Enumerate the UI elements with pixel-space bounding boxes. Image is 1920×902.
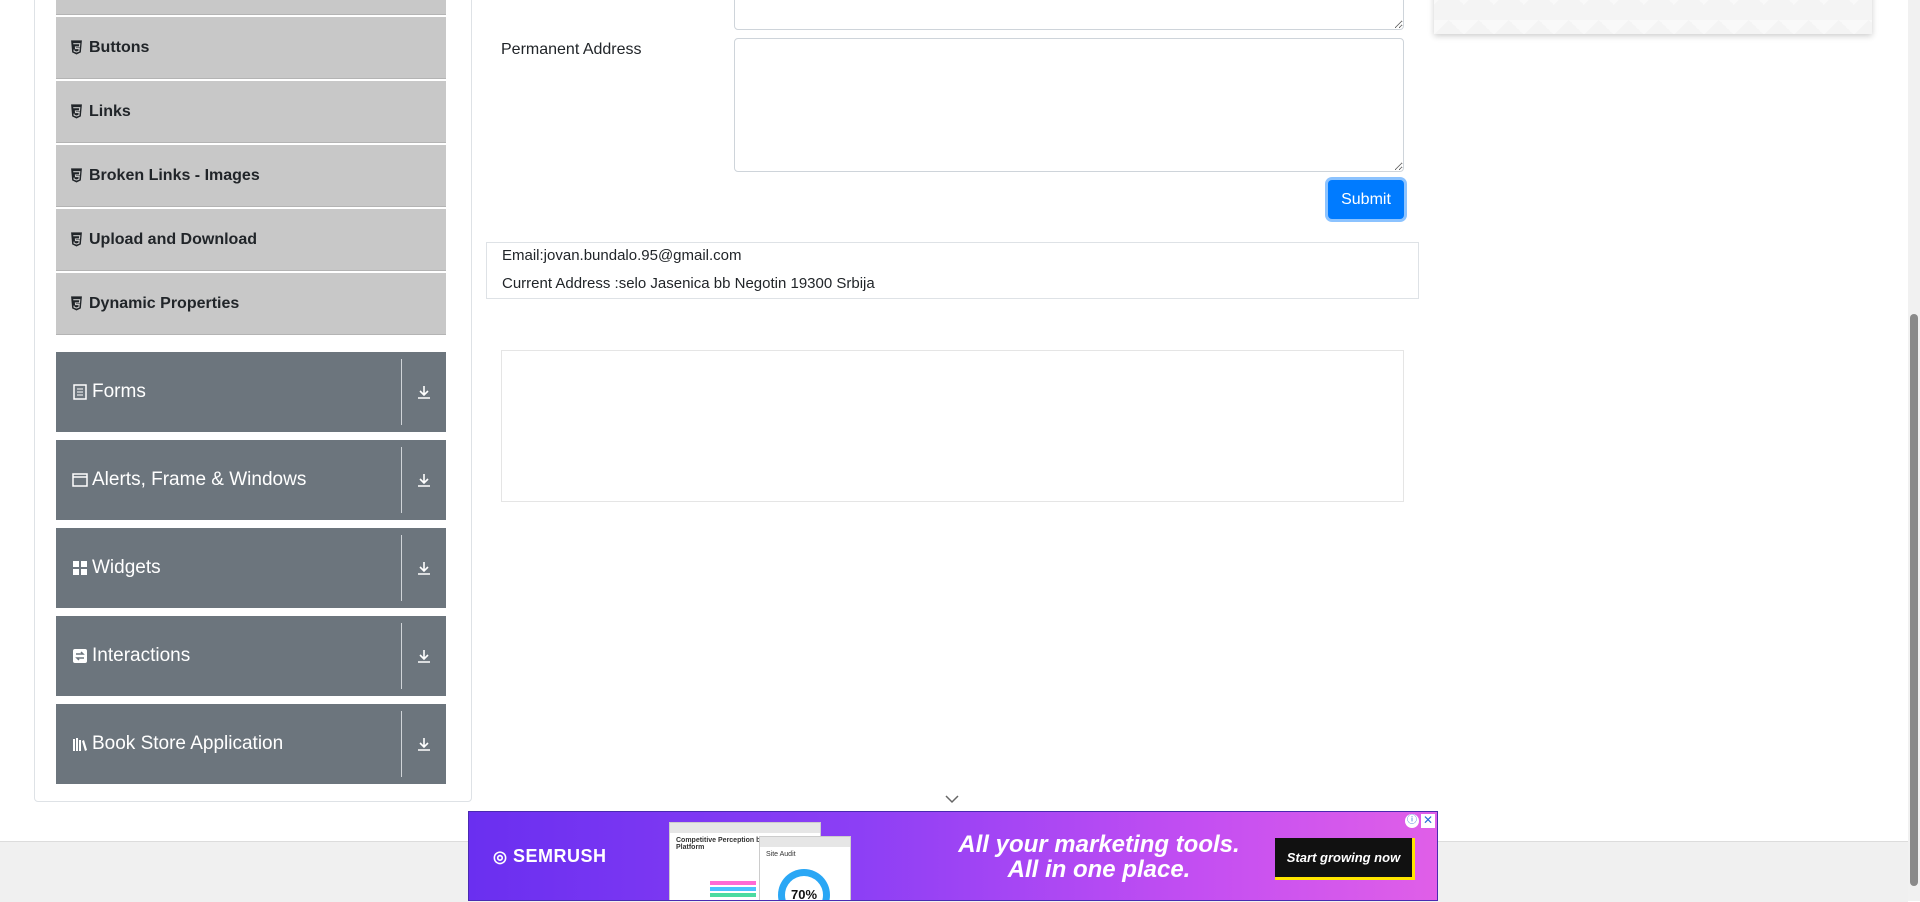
permanent-address-label: Permanent Address bbox=[501, 41, 642, 58]
sidebar-item-upload-download[interactable]: Upload and Download bbox=[56, 209, 446, 271]
chevron-down-icon[interactable] bbox=[944, 794, 960, 804]
ad-close-icon[interactable]: ✕ bbox=[1421, 814, 1435, 828]
ad-bar bbox=[710, 881, 756, 885]
right-banner-widget bbox=[1434, 0, 1872, 34]
ad-shot2-title: Site Audit bbox=[766, 851, 796, 858]
scrollbar-thumb[interactable] bbox=[1910, 314, 1918, 886]
sidebar-item-links[interactable]: Links bbox=[56, 81, 446, 143]
download-arrow-icon[interactable] bbox=[402, 472, 446, 488]
submit-button[interactable]: Submit bbox=[1328, 180, 1404, 219]
current-address-textarea[interactable] bbox=[734, 0, 1404, 30]
page-scrollbar[interactable] bbox=[1908, 0, 1920, 901]
html5-icon bbox=[71, 167, 82, 182]
group-label: Widgets bbox=[92, 557, 161, 578]
download-arrow-icon[interactable] bbox=[402, 736, 446, 752]
window-icon bbox=[72, 473, 88, 487]
download-arrow-icon[interactable] bbox=[402, 560, 446, 576]
sidebar-item-broken-links[interactable]: Broken Links - Images bbox=[56, 145, 446, 207]
ad-info-icon[interactable]: ⓘ bbox=[1405, 814, 1419, 828]
sidebar-item-label: Broken Links - Images bbox=[89, 166, 260, 184]
books-icon bbox=[73, 738, 87, 751]
sidebar-group-forms[interactable]: Forms bbox=[56, 352, 446, 432]
sidebar-item-label: Buttons bbox=[89, 38, 150, 56]
sidebar-item-label: Links bbox=[89, 102, 131, 120]
form-icon bbox=[73, 384, 87, 400]
ad-banner[interactable]: ◎ SEMRUSH Competitive Perception by Plat… bbox=[468, 811, 1438, 901]
sidebar-group-alerts[interactable]: Alerts, Frame & Windows bbox=[56, 440, 446, 520]
group-label: Book Store Application bbox=[92, 733, 284, 754]
ad-shot-title: Competitive Perception by Platform bbox=[676, 837, 765, 851]
output-current-address: Current Address :selo Jasenica bb Negoti… bbox=[502, 275, 875, 292]
ad-bar bbox=[710, 893, 756, 897]
window-titlebar bbox=[670, 823, 820, 833]
sidebar-item-partial[interactable] bbox=[56, 0, 446, 15]
group-label: Forms bbox=[92, 381, 146, 402]
gauge-value: 70% bbox=[790, 887, 818, 901]
interactions-icon bbox=[73, 649, 87, 663]
semrush-flame-icon: ◎ bbox=[493, 849, 508, 866]
sidebar-item-label: Dynamic Properties bbox=[89, 294, 240, 312]
ad-brand-logo: ◎ SEMRUSH bbox=[493, 846, 607, 866]
ad-screenshot-site-audit: Site Audit 70% bbox=[759, 836, 851, 901]
group-label: Interactions bbox=[92, 645, 191, 666]
html5-icon bbox=[71, 295, 82, 310]
output-panel: Email:jovan.bundalo.95@gmail.com Current… bbox=[486, 242, 1419, 299]
sidebar-item-buttons[interactable]: Buttons bbox=[56, 17, 446, 79]
html5-icon bbox=[71, 103, 82, 118]
group-label: Alerts, Frame & Windows bbox=[92, 469, 307, 490]
widgets-icon bbox=[73, 561, 87, 575]
download-arrow-icon[interactable] bbox=[402, 648, 446, 664]
sidebar-group-widgets[interactable]: Widgets bbox=[56, 528, 446, 608]
sidebar-item-label: Upload and Download bbox=[89, 230, 257, 248]
sidebar-group-interactions[interactable]: Interactions bbox=[56, 616, 446, 696]
sidebar-group-book-store[interactable]: Book Store Application bbox=[56, 704, 446, 784]
empty-content-frame bbox=[501, 350, 1404, 502]
permanent-address-textarea[interactable] bbox=[734, 38, 1404, 172]
sidebar-item-dynamic-properties[interactable]: Dynamic Properties bbox=[56, 273, 446, 335]
html5-icon bbox=[71, 39, 82, 54]
window-titlebar bbox=[760, 837, 850, 847]
ad-bar bbox=[710, 887, 756, 891]
html5-icon bbox=[71, 231, 82, 246]
ad-cta-button[interactable]: Start growing now bbox=[1275, 838, 1415, 880]
ad-headline: All your marketing tools. All in one pla… bbox=[958, 831, 1240, 883]
download-arrow-icon[interactable] bbox=[402, 384, 446, 400]
output-email: Email:jovan.bundalo.95@gmail.com bbox=[502, 247, 742, 264]
